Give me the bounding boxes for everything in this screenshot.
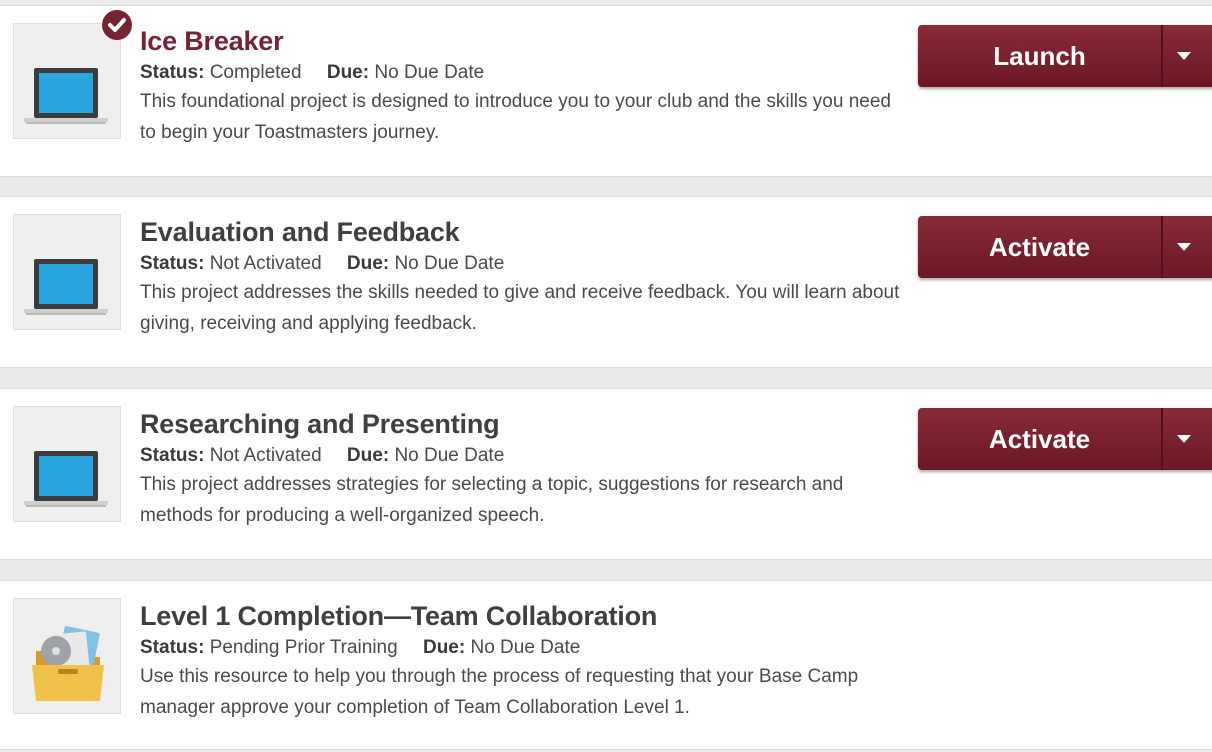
project-title[interactable]: Ice Breaker [140,24,900,58]
action-dropdown-toggle[interactable] [1163,216,1212,278]
project-card: Ice Breaker Status: Completed Due: No Du… [0,5,1212,177]
status-label: Status: [140,253,205,274]
launch-button[interactable]: Launch [918,25,1163,87]
project-card: Evaluation and Feedback Status: Not Acti… [0,196,1212,368]
status-label: Status: [140,637,205,658]
due-value: No Due Date [470,637,581,658]
status-value: Completed [209,62,302,83]
project-title[interactable]: Level 1 Completion—Team Collaboration [140,599,900,633]
status-line: Status: Pending Prior Training Due: No D… [140,634,900,661]
due-value: No Due Date [394,253,505,274]
due-label: Due: [326,62,370,83]
action-dropdown-toggle[interactable] [1163,408,1212,470]
activate-button[interactable]: Activate [918,408,1163,470]
project-info: Level 1 Completion—Team Collaboration St… [140,599,900,723]
project-title[interactable]: Evaluation and Feedback [140,215,900,249]
project-description: This project addresses strategies for se… [140,474,844,526]
due-label: Due: [346,253,390,274]
status-line: Status: Not Activated Due: No Due Date [140,250,900,277]
due-value: No Due Date [374,62,485,83]
project-card: Level 1 Completion—Team Collaboration St… [0,580,1212,750]
action-dropdown-toggle[interactable] [1163,25,1212,87]
project-description: Use this resource to help you through th… [140,666,859,718]
status-label: Status: [140,62,205,83]
status-line: Status: Completed Due: No Due Date [140,59,900,86]
status-value: Not Activated [209,253,322,274]
due-label: Due: [346,445,390,466]
completed-check-icon [102,10,132,40]
status-value: Pending Prior Training [209,637,398,658]
status-label: Status: [140,445,205,466]
chevron-down-icon [1176,52,1191,60]
project-description: This project addresses the skills needed… [140,282,900,334]
project-info: Researching and Presenting Status: Not A… [140,407,900,531]
due-value: No Due Date [394,445,505,466]
chevron-down-icon [1176,243,1191,251]
laptop-icon [13,214,121,330]
laptop-icon [13,406,121,522]
action-button-group: Activate [918,408,1212,470]
status-line: Status: Not Activated Due: No Due Date [140,442,900,469]
due-label: Due: [422,637,466,658]
action-button-group: Activate [918,216,1212,278]
status-value: Not Activated [209,445,322,466]
project-list: Ice Breaker Status: Completed Due: No Du… [0,0,1212,752]
action-button-group: Launch [918,25,1212,87]
activate-button[interactable]: Activate [918,216,1163,278]
project-description: This foundational project is designed to… [140,91,891,143]
project-card: Researching and Presenting Status: Not A… [0,388,1212,560]
project-info: Ice Breaker Status: Completed Due: No Du… [140,24,900,148]
project-info: Evaluation and Feedback Status: Not Acti… [140,215,900,339]
folder-resource-icon [13,598,121,714]
chevron-down-icon [1176,435,1191,443]
project-title[interactable]: Researching and Presenting [140,407,900,441]
